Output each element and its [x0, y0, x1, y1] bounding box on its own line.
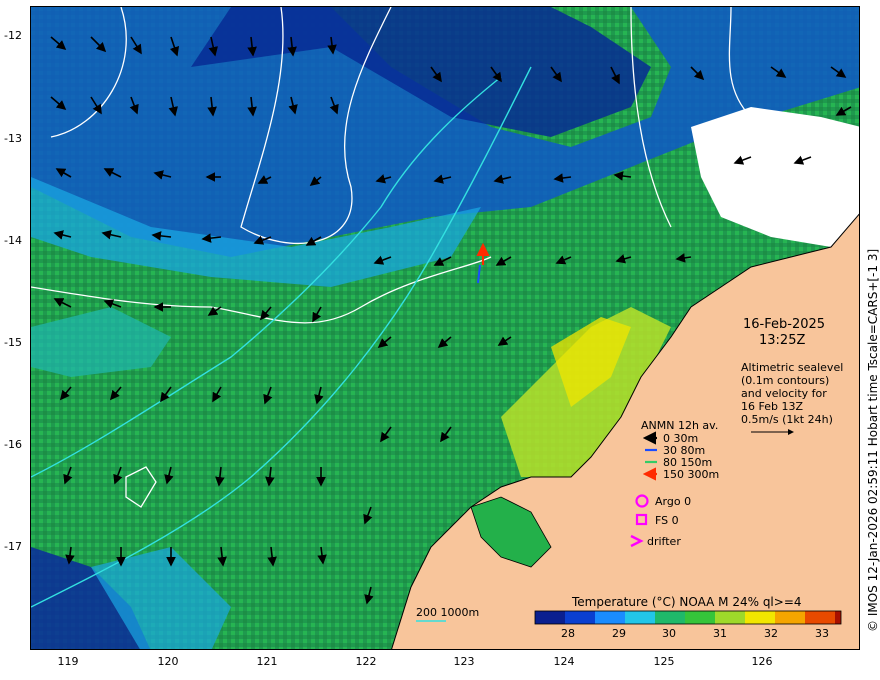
lat-tick: -13	[4, 132, 22, 145]
credit-text: © IMOS 12-Jan-2026 02:59:11 Hobart time …	[866, 248, 880, 632]
time-label: 13:25Z	[759, 333, 805, 348]
lon-tick: 123	[453, 655, 475, 668]
bathymetry-label: 200 1000m	[416, 606, 479, 619]
date-label: 16-Feb-2025	[743, 317, 825, 332]
lat-tick: -15	[4, 336, 22, 349]
lon-tick: 125	[653, 655, 675, 668]
lat-tick: -12	[4, 29, 22, 42]
colorbar-tick: 30	[662, 627, 676, 640]
colorbar-tick: 28	[561, 627, 575, 640]
colorbar-tick: 29	[612, 627, 626, 640]
lon-tick: 121	[256, 655, 278, 668]
colorbar-title: Temperature (°C) NOAA M 24% ql>=4	[571, 595, 802, 609]
fs-label: FS 0	[655, 514, 679, 527]
depth-label: 150 300m	[663, 468, 719, 481]
altimetry-note-line: 16 Feb 13Z	[741, 400, 803, 413]
colorbar-tick: 32	[764, 627, 778, 640]
altimetry-note-line: Altimetric sealevel	[741, 361, 843, 374]
altimetry-note-line: 0.5m/s (1kt 24h)	[741, 413, 833, 426]
lon-tick: 120	[157, 655, 179, 668]
lat-tick: -14	[4, 234, 22, 247]
altimetry-note-line: (0.1m contours)	[741, 374, 829, 387]
map-panel[interactable]: 16-Feb-2025 13:25Z Altimetric sealevel (…	[30, 6, 860, 650]
colorbar	[534, 610, 842, 625]
lat-tick: -17	[4, 540, 22, 553]
colorbar-tick: 33	[815, 627, 829, 640]
lat-tick: -16	[4, 438, 22, 451]
lon-tick: 124	[553, 655, 575, 668]
argo-label: Argo 0	[655, 495, 691, 508]
altimetry-note-line: and velocity for	[741, 387, 827, 400]
anmn-legend-title: ANMN 12h av.	[641, 419, 718, 432]
sst-map: 16-Feb-2025 13:25Z Altimetric sealevel (…	[31, 7, 859, 649]
lon-tick: 126	[751, 655, 773, 668]
lon-tick: 122	[355, 655, 377, 668]
colorbar-tick: 31	[713, 627, 727, 640]
drifter-label: drifter	[647, 535, 681, 548]
lon-tick: 119	[57, 655, 79, 668]
